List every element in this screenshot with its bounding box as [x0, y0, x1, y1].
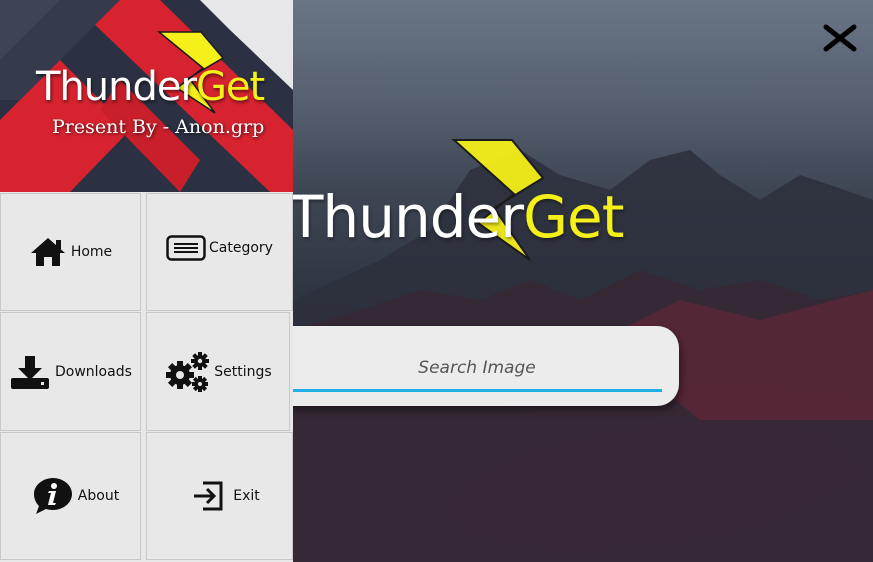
search-box	[262, 326, 679, 406]
banner-title: ThunderGet	[36, 64, 265, 110]
category-button[interactable]: Category	[146, 193, 293, 311]
downloads-label: Downloads	[55, 363, 132, 380]
main-logo-title-part1: Thunder	[288, 183, 524, 251]
exit-label: Exit	[233, 488, 260, 504]
gears-icon	[164, 351, 210, 393]
side-panel: ThunderGet Present By - Anon.grp Home Ca…	[0, 0, 293, 562]
info-icon	[32, 476, 74, 516]
list-icon	[166, 235, 206, 261]
main-logo-title-part2: Get	[523, 183, 624, 251]
downloads-button[interactable]: Downloads	[0, 312, 141, 431]
settings-label: Settings	[214, 363, 272, 380]
close-button[interactable]	[821, 22, 859, 54]
banner-title-part2: Get	[195, 64, 265, 110]
banner: ThunderGet Present By - Anon.grp	[0, 0, 293, 192]
home-button[interactable]: Home	[0, 193, 141, 311]
main-logo: ThunderGet	[288, 138, 624, 268]
about-label: About	[77, 488, 120, 504]
main-logo-title: ThunderGet	[288, 182, 624, 252]
exit-button[interactable]: Exit	[146, 432, 293, 560]
exit-icon	[191, 480, 225, 512]
banner-title-part1: Thunder	[36, 64, 197, 110]
download-icon	[10, 354, 50, 390]
home-label: Home	[70, 244, 113, 260]
search-input[interactable]	[292, 346, 662, 392]
about-button[interactable]: About	[0, 432, 141, 560]
close-icon	[823, 24, 857, 52]
settings-button[interactable]: Settings	[146, 312, 290, 431]
banner-tagline: Present By - Anon.grp	[52, 116, 265, 138]
category-label: Category	[209, 240, 273, 256]
home-icon	[29, 236, 67, 268]
